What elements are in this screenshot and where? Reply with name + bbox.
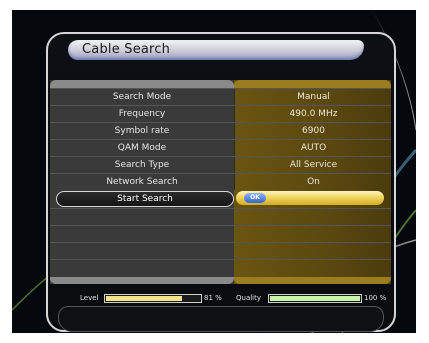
start-search-button[interactable]: Start Search: [56, 191, 234, 207]
level-bar-fill: [106, 296, 182, 301]
quality-value: 100 %: [364, 294, 387, 302]
settings-menu: Search Mode Manual Frequency 490.0 MHz S…: [50, 80, 391, 284]
empty-row: [50, 259, 391, 276]
signal-meters: Level 81 % Quality 100 %: [60, 292, 390, 306]
setting-label: Network Search: [106, 177, 178, 187]
start-search-row[interactable]: Start Search OK: [56, 191, 384, 207]
title-bar: Cable Search: [68, 40, 364, 60]
quality-bar: [268, 294, 362, 303]
labels-panel-top-cap: [50, 80, 234, 88]
quality-bar-fill: [270, 296, 360, 301]
setting-value[interactable]: 490.0 MHz: [234, 106, 392, 122]
setting-value[interactable]: 6900: [234, 123, 392, 139]
values-panel-bottom-cap: [234, 277, 391, 284]
setting-row-search-mode[interactable]: Search Mode Manual: [50, 88, 391, 105]
empty-row: [50, 208, 391, 225]
setting-row-frequency[interactable]: Frequency 490.0 MHz: [50, 105, 391, 122]
setting-row-qam-mode[interactable]: QAM Mode AUTO: [50, 139, 391, 156]
labels-panel-bottom-cap: [50, 277, 234, 284]
setting-label: Symbol rate: [114, 126, 170, 136]
page-title: Cable Search: [82, 42, 171, 57]
values-panel-top-cap: [234, 80, 391, 88]
ok-button[interactable]: OK: [244, 193, 266, 203]
empty-row: [50, 225, 391, 242]
setting-label: QAM Mode: [117, 143, 167, 153]
setting-label: Frequency: [118, 109, 166, 119]
level-bar: [104, 294, 202, 303]
setting-label: Search Mode: [112, 92, 172, 102]
tv-screen: Cable Search Search Mode Manual Frequenc…: [12, 10, 416, 333]
setting-row-network-search[interactable]: Network Search On: [50, 173, 391, 190]
setting-row-symbol-rate[interactable]: Symbol rate 6900: [50, 122, 391, 139]
setting-value[interactable]: On: [234, 174, 392, 190]
level-label: Level: [80, 294, 99, 302]
setting-value[interactable]: All Service: [234, 157, 392, 173]
setting-label: Search Type: [114, 160, 170, 170]
level-value: 81 %: [204, 294, 222, 302]
quality-label: Quality: [236, 294, 262, 302]
setting-row-search-type[interactable]: Search Type All Service: [50, 156, 391, 173]
empty-row: [50, 242, 391, 259]
setting-value[interactable]: Manual: [234, 89, 392, 105]
start-search-highlight[interactable]: OK: [236, 191, 384, 205]
menu-frame: Cable Search Search Mode Manual Frequenc…: [46, 32, 396, 332]
info-panel: [58, 306, 384, 332]
setting-value[interactable]: AUTO: [234, 140, 392, 156]
